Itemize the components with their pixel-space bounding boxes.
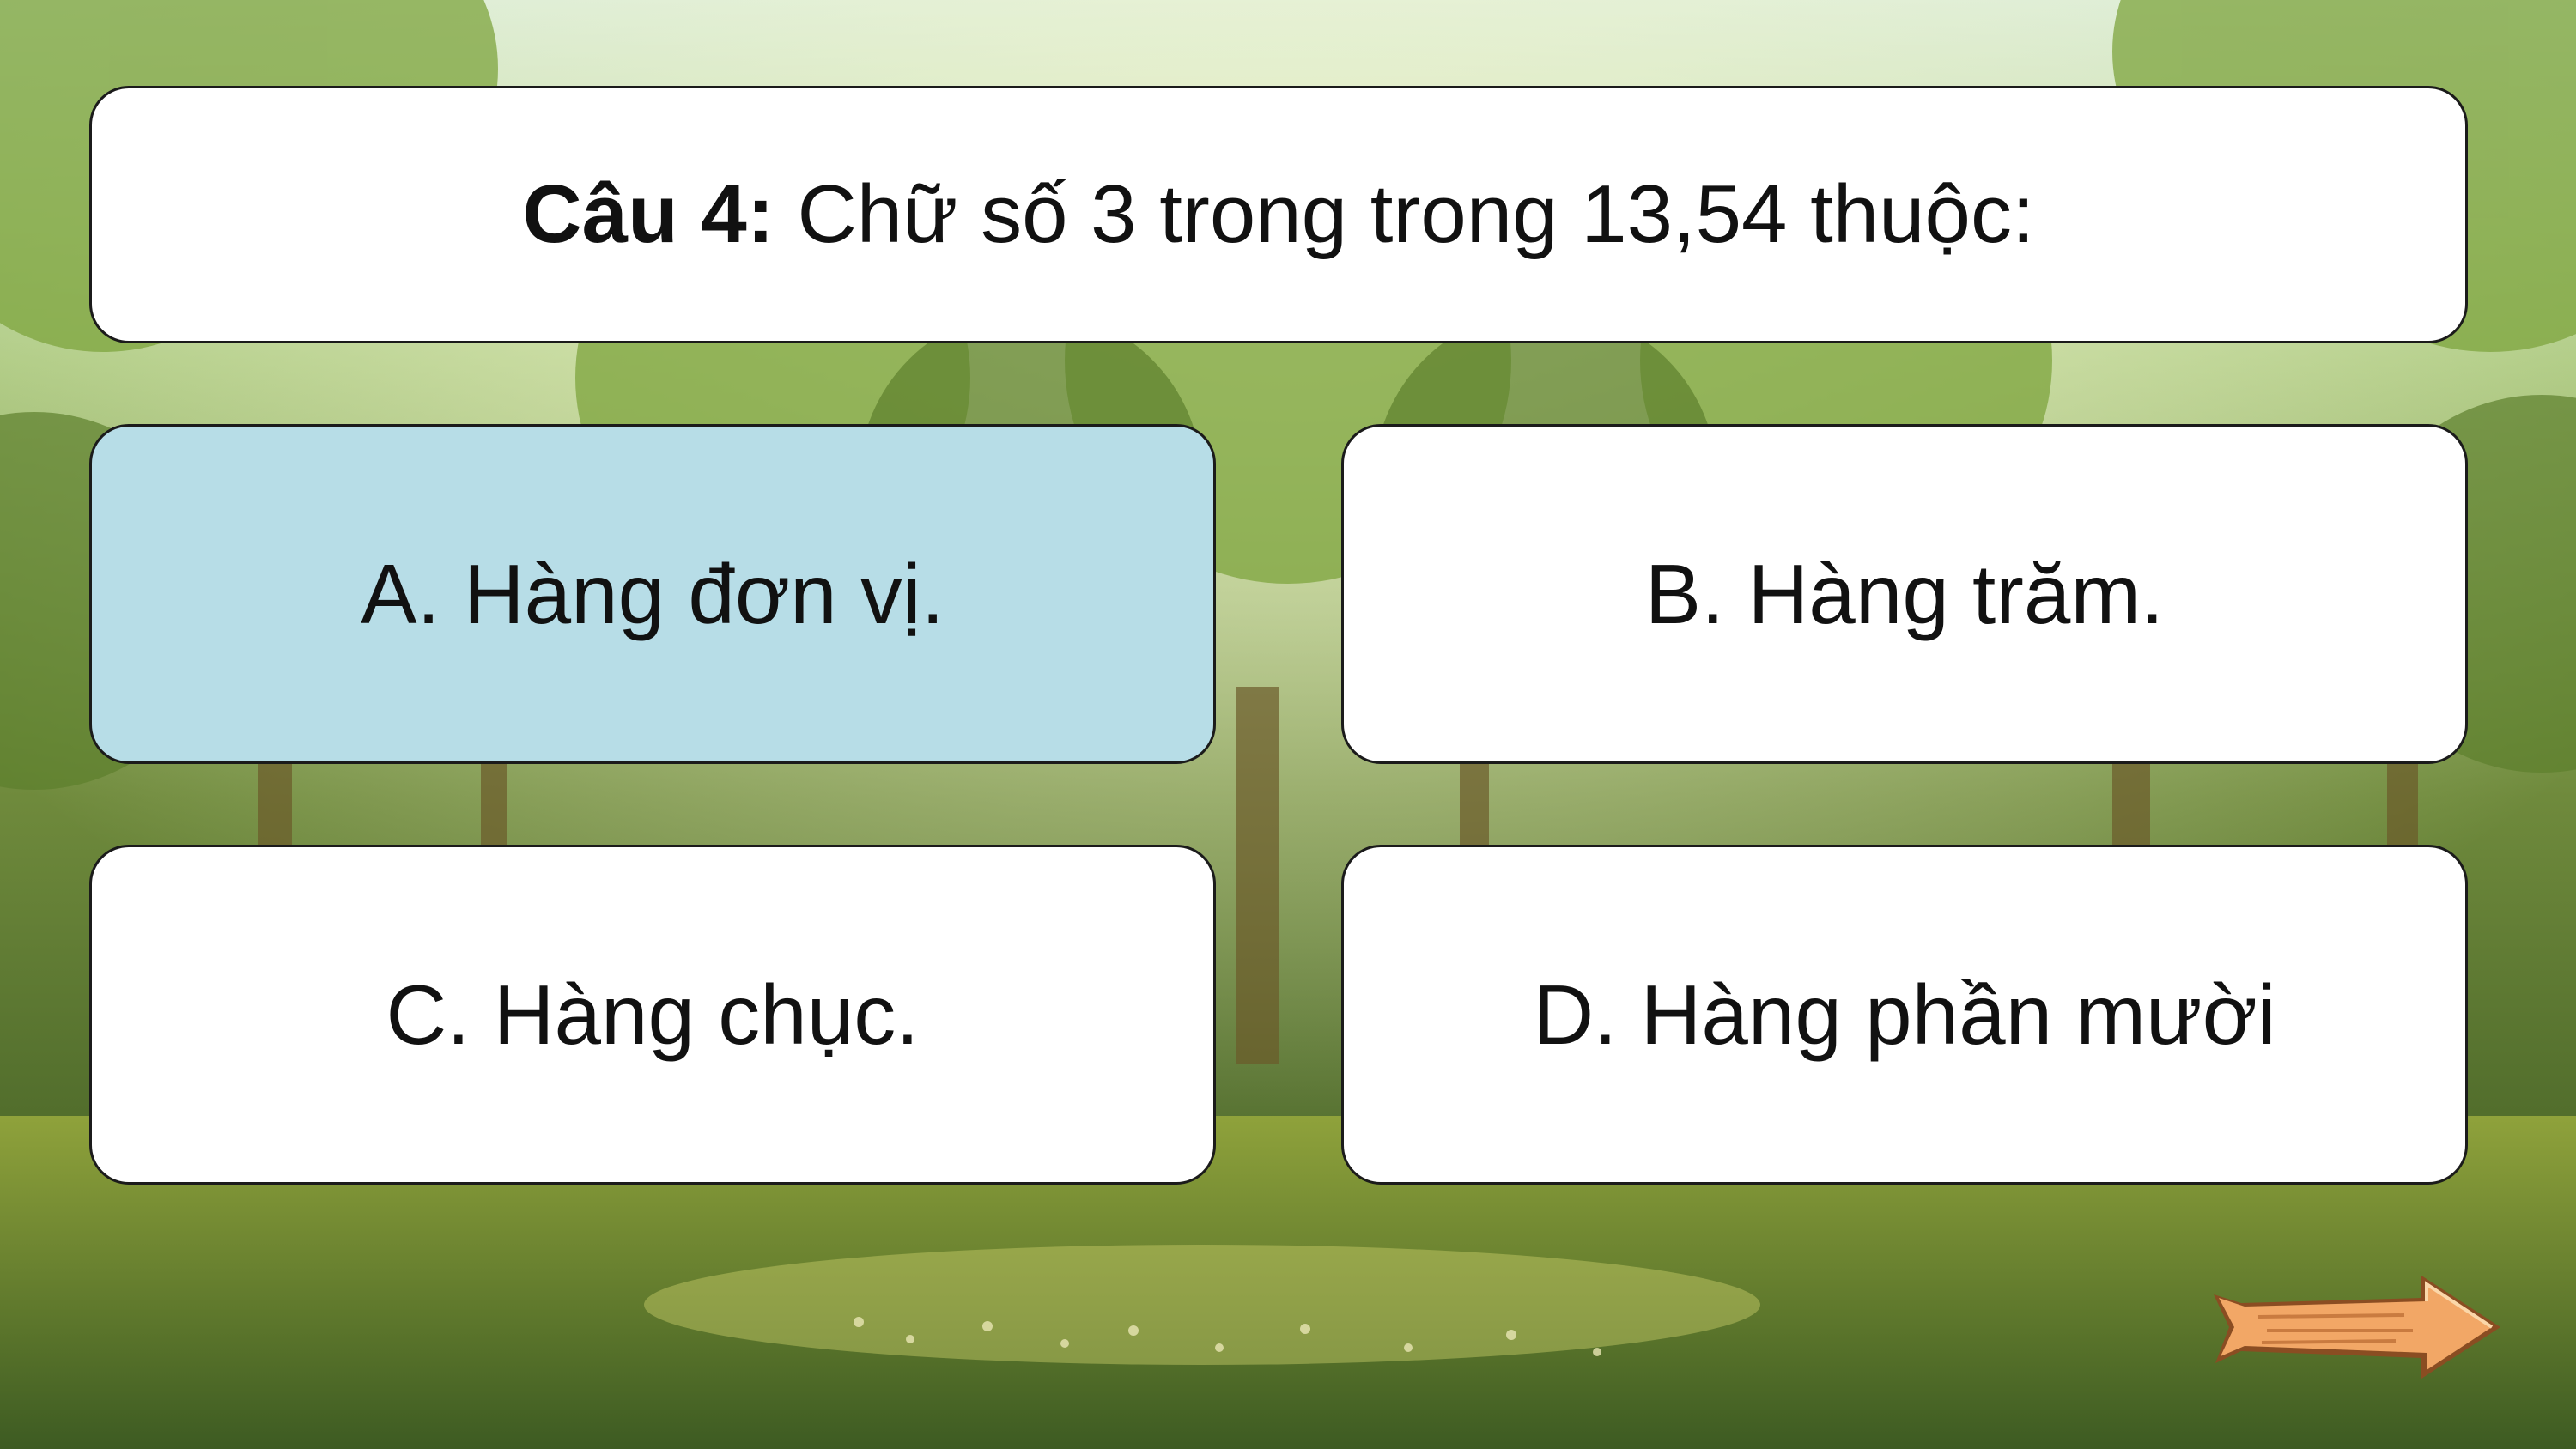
answer-option-b[interactable]: B. Hàng trăm. <box>1341 424 2468 764</box>
question-card: Câu 4: Chữ số 3 trong trong 13,54 thuộc: <box>89 86 2468 343</box>
answer-option-c-label: C. Hàng chục. <box>386 967 920 1062</box>
answer-option-d[interactable]: D. Hàng phần mười <box>1341 845 2468 1185</box>
answer-option-c[interactable]: C. Hàng chục. <box>89 845 1216 1185</box>
wooden-arrow-right-icon <box>2214 1276 2500 1379</box>
question-text: Chữ số 3 trong trong 13,54 thuộc: <box>774 168 2035 260</box>
next-button[interactable] <box>2207 1269 2507 1385</box>
question-number: Câu 4: <box>522 168 775 260</box>
answer-option-a-label: A. Hàng đơn vị. <box>361 547 945 641</box>
answer-option-b-label: B. Hàng trăm. <box>1644 547 2165 641</box>
answer-option-a[interactable]: A. Hàng đơn vị. <box>89 424 1216 764</box>
answer-option-d-label: D. Hàng phần mười <box>1533 967 2276 1062</box>
